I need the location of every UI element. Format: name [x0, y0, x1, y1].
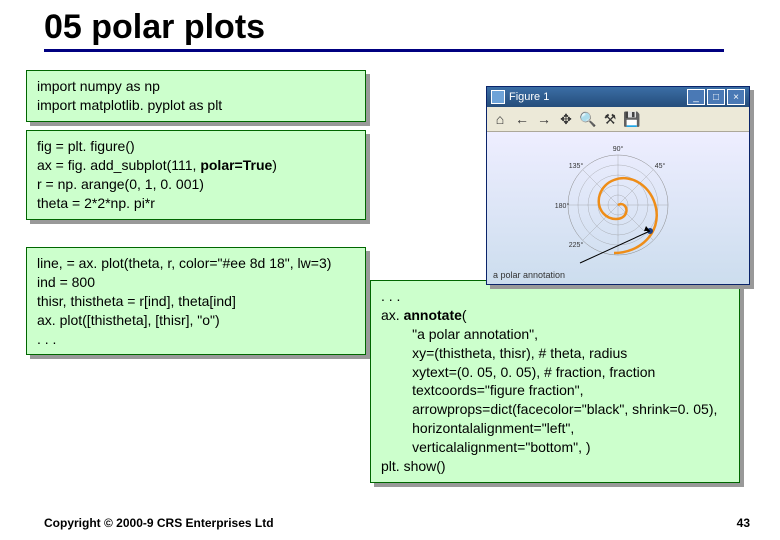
code-box-imports: import numpy as np import matplotlib. py… [26, 70, 366, 122]
code-line: r = np. arange(0, 1, 0. 001) [37, 176, 204, 192]
code-line: theta = 2*2*np. pi*r [37, 195, 155, 211]
save-icon[interactable]: 💾 [623, 110, 641, 128]
svg-text:180°: 180° [555, 202, 570, 210]
code-line: xy=(thistheta, thisr), # theta, radius [381, 345, 627, 361]
zoom-icon[interactable]: 🔍 [579, 110, 597, 128]
minimize-icon[interactable]: _ [687, 89, 705, 105]
code-line: . . . [37, 331, 56, 347]
svg-text:45°: 45° [655, 162, 666, 170]
code-line: ind = 800 [37, 274, 95, 290]
figure-titlebar: Figure 1 _ □ × [487, 87, 749, 107]
home-icon[interactable]: ⌂ [491, 110, 509, 128]
code-line: textcoords="figure fraction", [381, 382, 584, 398]
code-line: plt. show() [381, 458, 446, 474]
close-icon[interactable]: × [727, 89, 745, 105]
pan-icon[interactable]: ✥ [557, 110, 575, 128]
code-line: . . . [381, 288, 400, 304]
figure-window: Figure 1 _ □ × ⌂ ← → ✥ 🔍 ⚒ 💾 [486, 86, 750, 285]
code-line: import matplotlib. pyplot as plt [37, 97, 222, 113]
code-box-annotate: . . . ax. annotate( "a polar annotation"… [370, 280, 740, 483]
svg-text:225°: 225° [569, 241, 584, 249]
page-number: 43 [737, 516, 750, 530]
code-line: "a polar annotation", [381, 326, 538, 342]
forward-icon[interactable]: → [535, 110, 553, 128]
code-line: arrowprops=dict(facecolor="black", shrin… [381, 401, 717, 417]
copyright-text: Copyright © 2000-9 CRS Enterprises Ltd [44, 516, 274, 530]
svg-text:90°: 90° [613, 145, 624, 153]
code-line: verticalalignment="bottom", ) [381, 439, 591, 455]
code-line: thisr, thistheta = r[ind], theta[ind] [37, 293, 236, 309]
polar-plot: 90° 135° 45° 180° 225° a polar annotatio… [487, 132, 749, 284]
code-line: ax. annotate( [381, 307, 467, 323]
code-box-plot: line, = ax. plot(theta, r, color="#ee 8d… [26, 247, 366, 355]
code-line: fig = plt. figure() [37, 138, 135, 154]
code-line: import numpy as np [37, 78, 160, 94]
maximize-icon[interactable]: □ [707, 89, 725, 105]
code-line: ax. plot([thistheta], [thisr], "o") [37, 312, 220, 328]
back-icon[interactable]: ← [513, 110, 531, 128]
code-line: ax = fig. add_subplot(111, polar=True) [37, 157, 277, 173]
plot-caption: a polar annotation [493, 270, 565, 280]
figure-toolbar: ⌂ ← → ✥ 🔍 ⚒ 💾 [487, 107, 749, 132]
figure-icon [491, 90, 505, 104]
code-line: xytext=(0. 05, 0. 05), # fraction, fract… [381, 364, 655, 380]
config-icon[interactable]: ⚒ [601, 110, 619, 128]
code-line: line, = ax. plot(theta, r, color="#ee 8d… [37, 255, 331, 271]
code-line: horizontalalignment="left", [381, 420, 574, 436]
figure-title-text: Figure 1 [509, 91, 549, 103]
slide-title: 05 polar plots [44, 8, 724, 52]
code-box-setup: fig = plt. figure() ax = fig. add_subplo… [26, 130, 366, 220]
svg-text:135°: 135° [569, 162, 584, 170]
